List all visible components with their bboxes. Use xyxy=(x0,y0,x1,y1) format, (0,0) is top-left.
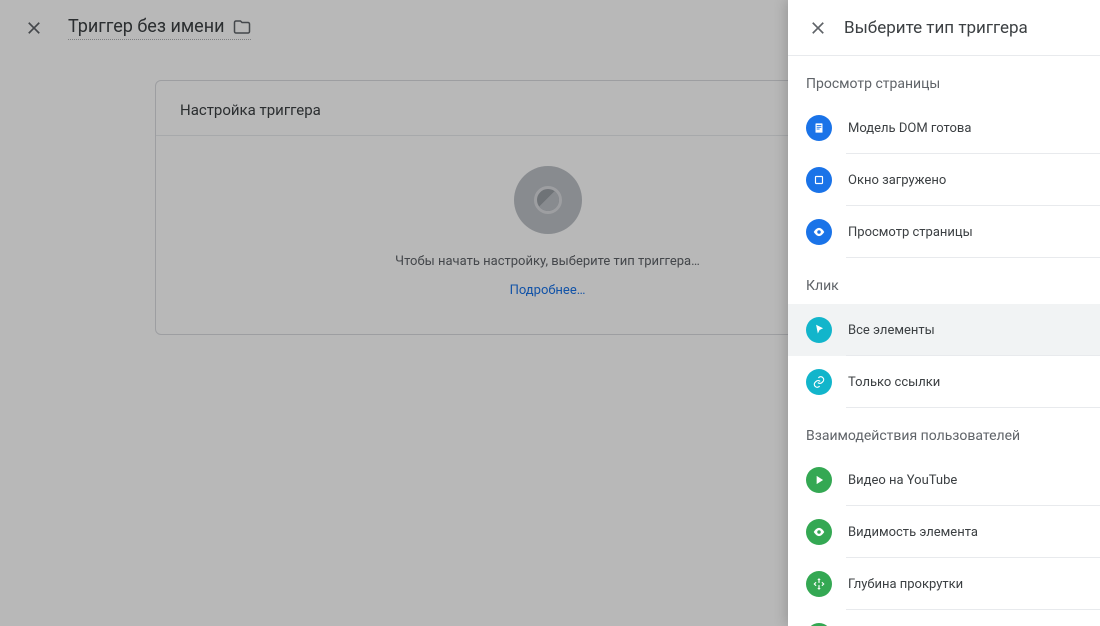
trigger-option-label: Видео на YouTube xyxy=(848,473,957,488)
trigger-option-page-view[interactable]: Просмотр страницы xyxy=(788,206,1100,258)
eye-icon xyxy=(806,519,832,545)
panel-close-button[interactable] xyxy=(798,8,838,48)
hint-text: Чтобы начать настройку, выберите тип три… xyxy=(395,254,700,269)
section-label: Взаимодействия пользователей xyxy=(788,408,1100,454)
trigger-option-form-submit[interactable]: Отправка формы xyxy=(788,610,1100,626)
learn-more-link[interactable]: Подробнее… xyxy=(510,283,586,298)
folder-icon xyxy=(233,18,251,36)
scroll-icon xyxy=(806,571,832,597)
placeholder-icon xyxy=(514,166,582,234)
doc-icon xyxy=(806,115,832,141)
close-icon xyxy=(24,18,44,38)
trigger-option-label: Глубина прокрутки xyxy=(848,577,963,592)
trigger-type-panel: Выберите тип триггера Просмотр страницы М… xyxy=(788,0,1100,626)
trigger-option-all-elements[interactable]: Все элементы xyxy=(788,304,1100,356)
link-icon xyxy=(806,369,832,395)
trigger-option-element-visibility[interactable]: Видимость элемента xyxy=(788,506,1100,558)
square-icon xyxy=(806,167,832,193)
trigger-option-window-loaded[interactable]: Окно загружено xyxy=(788,154,1100,206)
trigger-option-label: Просмотр страницы xyxy=(848,225,973,240)
trigger-option-label: Видимость элемента xyxy=(848,525,978,540)
trigger-option-links-only[interactable]: Только ссылки xyxy=(788,356,1100,408)
trigger-option-youtube-video[interactable]: Видео на YouTube xyxy=(788,454,1100,506)
play-icon xyxy=(806,467,832,493)
close-icon xyxy=(808,18,828,38)
trigger-name-text: Триггер без имени xyxy=(68,16,225,37)
panel-title: Выберите тип триггера xyxy=(844,18,1028,38)
divider xyxy=(846,407,1100,408)
trigger-option-label: Все элементы xyxy=(848,323,935,338)
trigger-option-label: Только ссылки xyxy=(848,375,940,390)
trigger-name-field[interactable]: Триггер без имени xyxy=(68,16,251,40)
trigger-option-scroll-depth[interactable]: Глубина прокрутки xyxy=(788,558,1100,610)
cursor-icon xyxy=(806,317,832,343)
close-button[interactable] xyxy=(14,8,54,48)
section-label: Просмотр страницы xyxy=(788,56,1100,102)
trigger-option-dom-ready[interactable]: Модель DOM готова xyxy=(788,102,1100,154)
panel-header: Выберите тип триггера xyxy=(788,0,1100,56)
trigger-option-label: Окно загружено xyxy=(848,173,946,188)
panel-body[interactable]: Просмотр страницы Модель DOM готова Окно з… xyxy=(788,56,1100,626)
trigger-option-label: Модель DOM готова xyxy=(848,121,971,136)
section-label: Клик xyxy=(788,258,1100,304)
eye-icon xyxy=(806,219,832,245)
divider xyxy=(846,257,1100,258)
